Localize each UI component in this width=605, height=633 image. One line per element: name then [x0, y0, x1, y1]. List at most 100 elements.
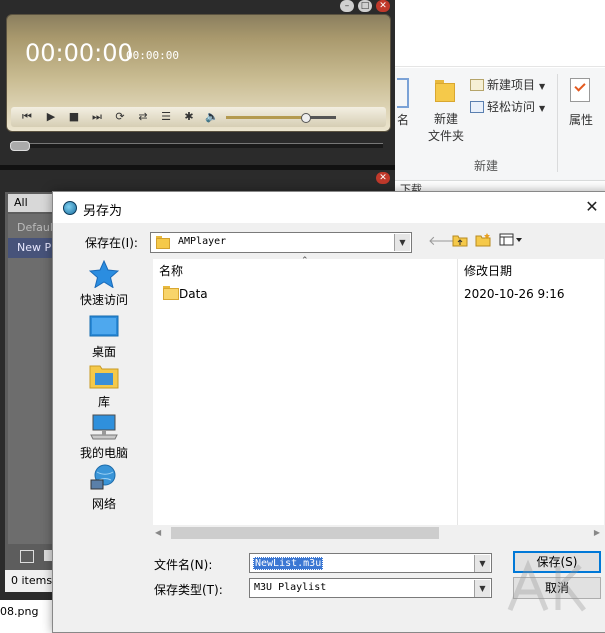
total-time: 00:00:00: [126, 49, 179, 62]
new-folder-button-label[interactable]: 新建 文件夹: [426, 111, 466, 145]
ribbon-tab-divider: [395, 66, 605, 67]
dropdown-arrow-icon[interactable]: ▼: [474, 580, 490, 597]
place-quick-access[interactable]: 快速访问: [71, 259, 137, 308]
file-list: 名称 ⌃ 修改日期 Data 2020-10-26 9:16 ◀ ▶: [153, 256, 604, 541]
computer-icon: [89, 413, 119, 441]
player-control-bar: ⏮ ▶ ■ ⏭ ⟳ ⇄ ☰ ✱ 🔈: [11, 107, 386, 127]
folder-icon: [156, 236, 170, 249]
background-file-label: 08.png: [0, 603, 55, 620]
explorer-titlebar: [395, 0, 605, 14]
place-label: 我的电脑: [79, 446, 128, 460]
folder-icon: [163, 286, 179, 300]
dialog-close-button[interactable]: ✕: [581, 197, 603, 217]
dialog-titlebar: 另存为 ✕: [53, 192, 605, 223]
horizontal-scrollbar[interactable]: ◀ ▶: [153, 525, 604, 541]
list-item-selected[interactable]: New Playlist: [8, 238, 58, 258]
new-item-icon: [470, 79, 484, 91]
maximize-button[interactable]: □: [358, 0, 372, 12]
properties-icon[interactable]: [570, 78, 590, 102]
save-in-combo[interactable]: AMPlayer ▼: [150, 232, 412, 253]
volume-slider[interactable]: [226, 113, 336, 123]
play-icon[interactable]: ▶: [43, 109, 59, 125]
view-menu-icon[interactable]: [497, 233, 525, 251]
places-bar: 快速访问 桌面 库 我的电脑 网络: [71, 259, 137, 520]
partial-ribbon-icon: [397, 78, 409, 108]
minimize-button[interactable]: –: [340, 0, 354, 12]
playlist-icon[interactable]: ☰: [158, 109, 174, 125]
tab-all-playlists[interactable]: All Playlists: [8, 194, 59, 227]
volume-icon[interactable]: 🔈: [204, 109, 220, 125]
file-name-value[interactable]: NewList.m3u: [253, 557, 324, 570]
new-folder-icon[interactable]: [474, 233, 492, 251]
dropdown-arrow-icon: ▼: [539, 82, 546, 91]
file-name-label: 文件名(N):: [154, 558, 213, 572]
place-network[interactable]: 网络: [71, 464, 137, 512]
column-name[interactable]: 名称: [159, 262, 183, 279]
volume-fill: [226, 116, 306, 119]
player-display-panel: 00:00:00 00:00:00 ⏮ ▶ ■ ⏭ ⟳ ⇄ ☰ ✱ 🔈: [6, 14, 391, 132]
scroll-left-icon[interactable]: ◀: [155, 528, 161, 537]
place-my-computer[interactable]: 我的电脑: [71, 413, 137, 461]
file-name: Data: [179, 287, 208, 301]
add-playlist-icon[interactable]: [20, 550, 34, 563]
new-folder-icon[interactable]: [435, 80, 455, 102]
previous-icon[interactable]: ⏮: [19, 109, 35, 125]
place-label: 快速访问: [79, 293, 128, 307]
partial-ribbon-label: 名: [397, 113, 410, 127]
seek-knob[interactable]: [10, 141, 30, 151]
file-date: 2020-10-26 9:16: [464, 287, 565, 301]
dropdown-arrow-icon: ▼: [539, 104, 546, 113]
file-name-input[interactable]: NewList.m3u ▼: [249, 553, 492, 573]
easy-access-button[interactable]: 轻松访问 ▼: [470, 98, 545, 115]
ribbon-separator: [557, 74, 558, 172]
playlist-toolbar: [8, 547, 58, 565]
volume-knob[interactable]: [301, 113, 312, 123]
app-icon: [63, 201, 77, 215]
library-icon: [89, 362, 119, 390]
new-item-button[interactable]: 新建项目 ▼: [470, 76, 545, 93]
star-icon: [88, 259, 120, 289]
new-item-label: 新建项目: [487, 78, 536, 92]
save-in-label: 保存在(I):: [85, 236, 138, 250]
column-modified-date[interactable]: 修改日期: [464, 262, 512, 279]
sort-ascending-icon: ⌃: [301, 256, 309, 266]
place-label: 桌面: [91, 345, 116, 359]
amplayer-window: – □ ✕ 00:00:00 00:00:00 ⏮ ▶ ■ ⏭ ⟳ ⇄ ☰ ✱ …: [0, 0, 395, 165]
properties-label[interactable]: 属性: [569, 111, 593, 128]
easy-access-label: 轻松访问: [487, 100, 536, 114]
dialog-title: 另存为: [83, 204, 123, 219]
place-label: 网络: [91, 497, 116, 511]
desktop-icon: [89, 312, 119, 340]
shuffle-icon[interactable]: ⇄: [135, 109, 151, 125]
place-label: 库: [97, 395, 110, 409]
easy-access-icon: [470, 101, 484, 113]
repeat-icon[interactable]: ⟳: [112, 109, 128, 125]
file-row[interactable]: Data 2020-10-26 9:16: [153, 285, 604, 305]
ribbon-group-label: 新建: [474, 159, 499, 173]
dropdown-arrow-icon[interactable]: ▼: [474, 555, 490, 572]
next-icon[interactable]: ⏭: [89, 109, 105, 125]
network-icon: [89, 464, 119, 492]
scroll-thumb[interactable]: [171, 527, 439, 539]
stop-icon[interactable]: ■: [66, 109, 82, 125]
ribbon: 名 新建 文件夹 新建项目 ▼ 轻松访问 ▼ 新建 属性: [395, 68, 605, 181]
dropdown-arrow-icon[interactable]: ▼: [394, 234, 410, 251]
up-folder-icon[interactable]: [451, 233, 469, 251]
file-type-select[interactable]: M3U Playlist ▼: [249, 578, 492, 598]
scroll-right-icon[interactable]: ▶: [594, 528, 600, 537]
explorer-window: 名 新建 文件夹 新建项目 ▼ 轻松访问 ▼ 新建 属性 下载: [395, 0, 605, 196]
seek-bar[interactable]: [10, 141, 383, 151]
settings-icon[interactable]: ✱: [181, 109, 197, 125]
close-button[interactable]: ✕: [376, 0, 390, 12]
list-item[interactable]: Default: [8, 218, 58, 238]
file-list-header: 名称 ⌃ 修改日期: [153, 256, 604, 279]
playlist-close-button[interactable]: ✕: [376, 172, 390, 184]
back-arrow-icon[interactable]: 🡐: [428, 233, 463, 251]
place-desktop[interactable]: 桌面: [71, 312, 137, 360]
place-library[interactable]: 库: [71, 362, 137, 410]
watermark-logo: [507, 559, 586, 612]
file-type-value: M3U Playlist: [254, 582, 327, 593]
elapsed-time: 00:00:00: [25, 39, 133, 67]
file-type-label: 保存类型(T):: [154, 583, 223, 597]
save-in-value: AMPlayer: [178, 236, 227, 247]
